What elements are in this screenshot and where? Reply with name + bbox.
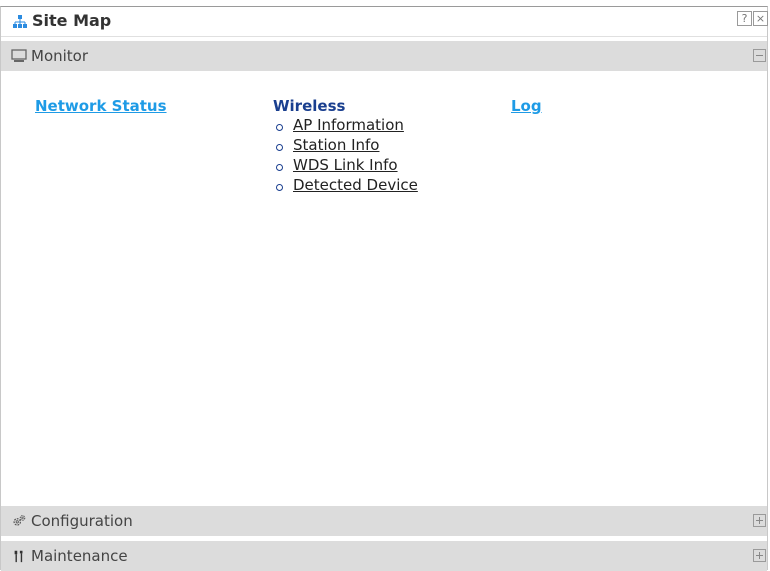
log-link[interactable]: Log — [511, 97, 542, 115]
wireless-heading: Wireless — [273, 97, 346, 115]
station-info-link[interactable]: Station Info — [293, 136, 379, 154]
expand-configuration-button[interactable] — [753, 514, 766, 527]
list-item: AP Information — [275, 116, 418, 136]
section-maintenance-label: Maintenance — [31, 547, 128, 565]
wireless-link-list: AP Information Station Info WDS Link Inf… — [275, 116, 418, 196]
list-item: Detected Device — [275, 176, 418, 196]
help-button[interactable]: ? — [737, 11, 752, 26]
close-button[interactable]: × — [753, 11, 768, 26]
site-map-window: Site Map ? × Monitor Network Status Wire… — [0, 6, 768, 571]
tools-icon — [14, 550, 23, 563]
monitor-icon — [11, 49, 27, 62]
expand-maintenance-button[interactable] — [753, 549, 766, 562]
section-monitor-header[interactable]: Monitor — [1, 41, 767, 71]
network-status-link[interactable]: Network Status — [35, 97, 167, 115]
detected-device-link[interactable]: Detected Device — [293, 176, 418, 194]
list-item: WDS Link Info — [275, 156, 418, 176]
section-configuration-header[interactable]: Configuration — [1, 506, 767, 536]
ap-information-link[interactable]: AP Information — [293, 116, 404, 134]
gear-icon — [13, 515, 26, 526]
help-icon: ? — [741, 12, 748, 25]
section-monitor-label: Monitor — [31, 47, 89, 65]
close-icon: × — [755, 12, 766, 25]
collapse-monitor-button[interactable] — [753, 49, 766, 62]
title-bar: Site Map ? × — [1, 7, 768, 37]
section-maintenance-header[interactable]: Maintenance — [1, 541, 767, 571]
site-map-icon — [13, 15, 27, 28]
monitor-panel: Network Status Wireless AP Information S… — [1, 71, 767, 506]
section-configuration-label: Configuration — [31, 512, 133, 530]
wds-link-info-link[interactable]: WDS Link Info — [293, 156, 398, 174]
list-item: Station Info — [275, 136, 418, 156]
window-title: Site Map — [32, 11, 112, 30]
